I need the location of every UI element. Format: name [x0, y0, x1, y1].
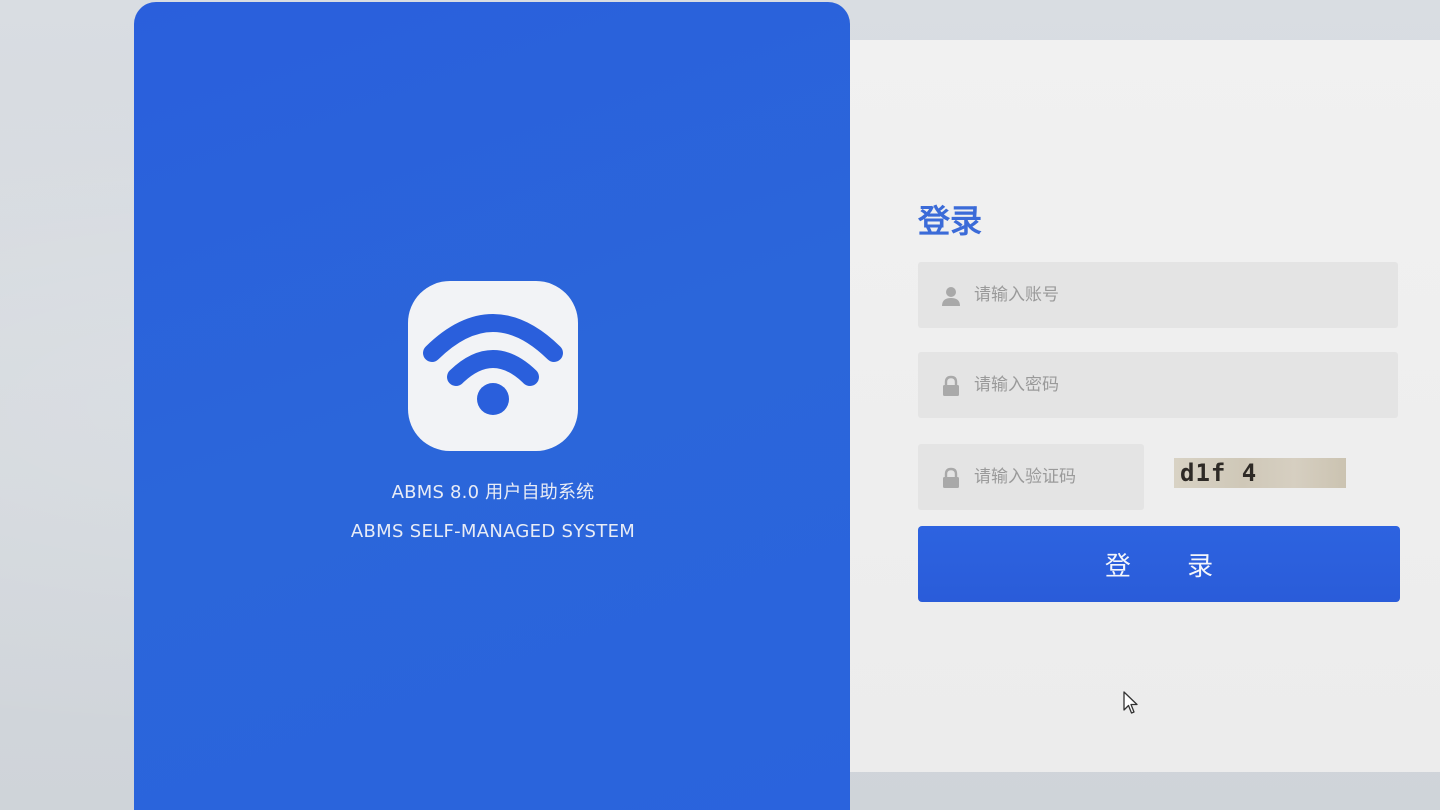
password-field[interactable] — [918, 352, 1398, 418]
lock-icon — [943, 375, 959, 396]
brand-title: ABMS 8.0 用户自助系统 — [391, 482, 595, 503]
user-icon — [942, 287, 960, 306]
captcha-field[interactable] — [918, 444, 1144, 510]
login-button[interactable]: 登 录 — [918, 526, 1400, 602]
mouse-pointer-icon — [1123, 691, 1138, 714]
lock-icon — [943, 467, 959, 488]
brand-subtitle: ABMS SELF-MANAGED SYSTEM — [350, 521, 636, 542]
password-input[interactable] — [974, 352, 1374, 418]
captcha-input[interactable] — [974, 444, 1134, 510]
login-title: 登录 — [918, 202, 983, 240]
wifi-icon — [408, 281, 578, 451]
captcha-image[interactable]: d1f 4 — [1174, 458, 1346, 488]
username-input[interactable] — [974, 262, 1374, 328]
username-field[interactable] — [918, 262, 1398, 328]
